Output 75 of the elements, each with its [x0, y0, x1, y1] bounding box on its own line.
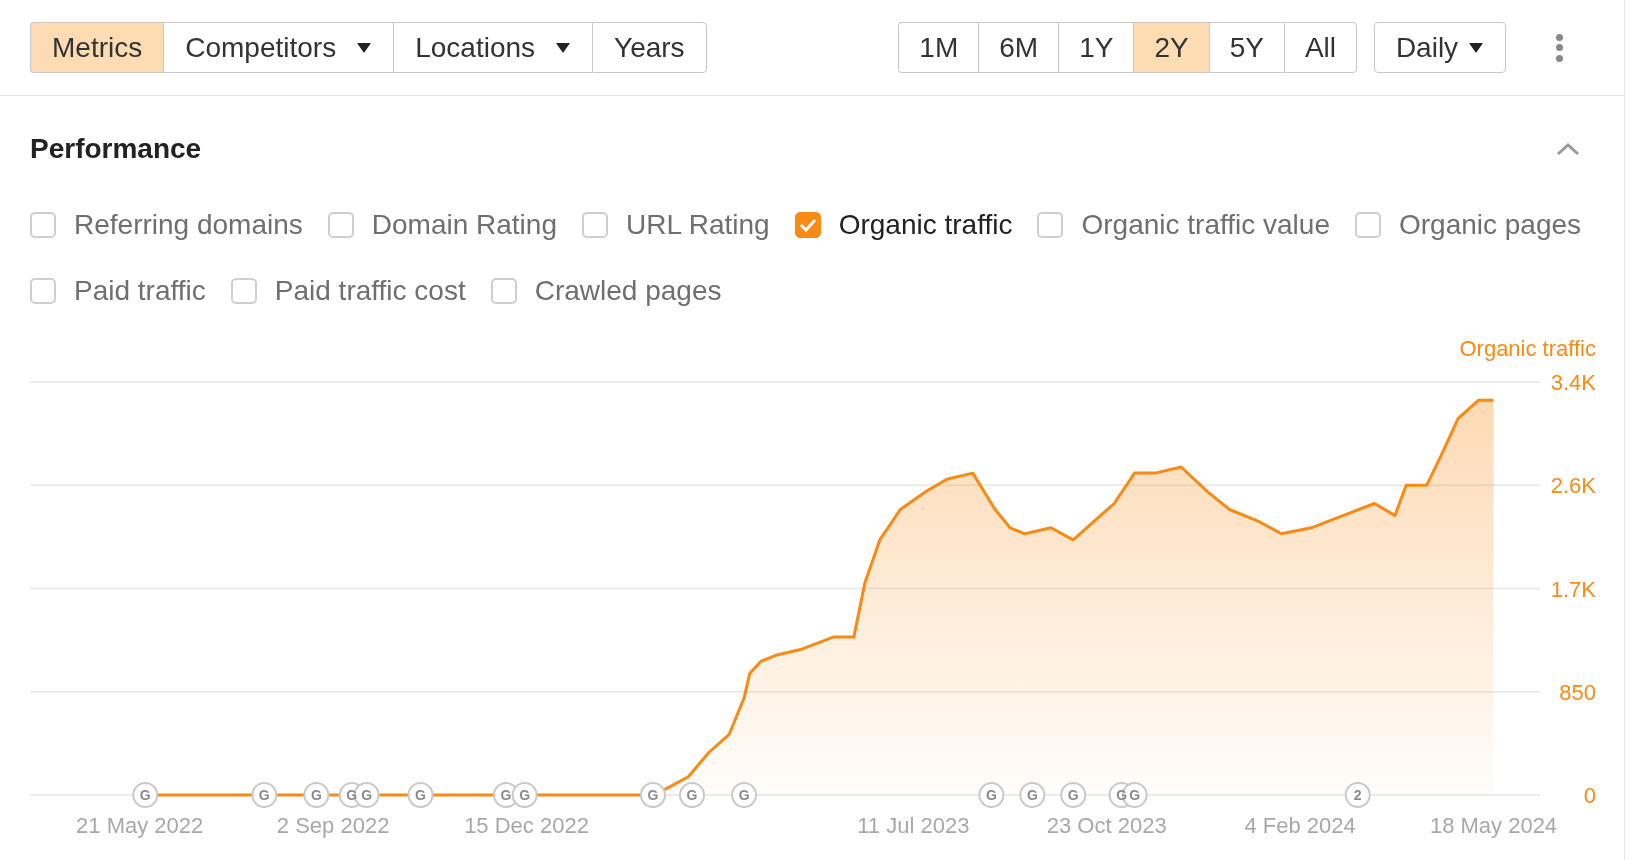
update-marker-label: G: [1129, 787, 1141, 803]
metric-label[interactable]: Crawled pages: [534, 270, 722, 312]
range-tab[interactable]: 1M: [898, 22, 979, 73]
update-marker[interactable]: [978, 782, 1005, 808]
y-axis-label: 3.4K: [1550, 370, 1596, 395]
update-marker[interactable]: [679, 782, 705, 808]
y-axis-label: 2.6K: [1550, 473, 1596, 499]
update-marker-label: G: [738, 787, 750, 803]
update-marker-label: G: [985, 787, 997, 803]
metric-label[interactable]: Referring domains: [74, 204, 303, 246]
checkbox[interactable]: [1037, 212, 1064, 238]
range-tab[interactable]: All: [1283, 22, 1357, 73]
y-axis-label: 1.7K: [1550, 576, 1596, 602]
x-axis-label: 11 Jul 2023: [857, 813, 970, 838]
section-title: Performance: [30, 132, 202, 166]
update-marker[interactable]: [1344, 782, 1371, 808]
checkbox[interactable]: [582, 212, 608, 238]
interval-dropdown[interactable]: Daily: [1374, 22, 1506, 73]
metric-label[interactable]: Paid traffic cost: [274, 270, 466, 312]
metric-label[interactable]: Organic traffic value: [1081, 204, 1330, 246]
x-axis-label: 23 Oct 2023: [1046, 813, 1167, 838]
x-axis-label: 18 May 2024: [1429, 813, 1558, 838]
update-marker-label: G: [1026, 787, 1038, 803]
update-marker[interactable]: [407, 782, 434, 808]
x-axis-label: 4 Feb 2024: [1244, 813, 1356, 838]
checkbox[interactable]: [490, 278, 517, 304]
x-axis-label: 15 Dec 2022: [464, 813, 589, 838]
update-marker-label: G: [258, 787, 270, 803]
update-marker[interactable]: [639, 782, 666, 808]
update-marker-label: G: [139, 787, 151, 803]
legend-label: Organic traffic: [1459, 336, 1596, 361]
x-axis-label: 21 May 2022: [76, 813, 204, 838]
caret-icon: [1468, 42, 1485, 53]
range-tab[interactable]: 2Y: [1133, 22, 1209, 73]
update-marker-label: G: [1067, 787, 1079, 803]
checkbox[interactable]: [30, 212, 56, 238]
metric-label[interactable]: Organic traffic: [838, 204, 1013, 246]
update-marker[interactable]: [511, 782, 538, 808]
update-marker-label: G: [519, 787, 531, 803]
update-marker-label: G: [346, 787, 358, 803]
checkbox[interactable]: [327, 212, 354, 238]
checkbox[interactable]: [30, 278, 56, 304]
checkmark-icon: [798, 218, 817, 232]
view-tab[interactable]: Competitors: [163, 22, 394, 73]
view-tab[interactable]: Metrics: [30, 22, 164, 73]
checkbox[interactable]: [1354, 212, 1381, 238]
x-axis-label: 2 Sep 2022: [276, 813, 390, 838]
update-marker[interactable]: [1019, 782, 1046, 808]
update-marker-label: G: [310, 787, 322, 803]
checkbox[interactable]: [230, 278, 257, 304]
metric-label[interactable]: Organic pages: [1398, 204, 1582, 246]
update-marker[interactable]: [132, 782, 159, 808]
metric-label[interactable]: URL Rating: [626, 204, 770, 246]
update-marker-label: G: [647, 787, 659, 803]
range-tab[interactable]: 5Y: [1208, 22, 1284, 73]
view-tab[interactable]: Years: [592, 22, 707, 73]
update-marker-label: G: [415, 787, 426, 803]
update-marker-label: G: [1116, 787, 1128, 803]
update-marker-label: G: [686, 787, 698, 803]
update-marker[interactable]: [251, 782, 278, 808]
range-tab[interactable]: 1Y: [1058, 22, 1134, 73]
metric-label[interactable]: Paid traffic: [74, 270, 206, 312]
update-marker[interactable]: [731, 782, 758, 808]
y-axis-label: 0: [1583, 783, 1596, 808]
update-marker-label: 2: [1353, 787, 1362, 803]
update-marker-label: G: [500, 787, 512, 803]
view-tab[interactable]: Locations: [393, 22, 593, 73]
checkbox[interactable]: [794, 212, 821, 238]
collapse-chevron-icon[interactable]: [1556, 142, 1580, 156]
update-marker[interactable]: [303, 782, 330, 808]
update-marker-label: G: [361, 787, 373, 803]
update-marker[interactable]: [1060, 782, 1087, 808]
range-tab[interactable]: 6M: [978, 22, 1059, 73]
metric-label[interactable]: Domain Rating: [371, 204, 557, 246]
y-axis-label: 850: [1559, 679, 1596, 705]
